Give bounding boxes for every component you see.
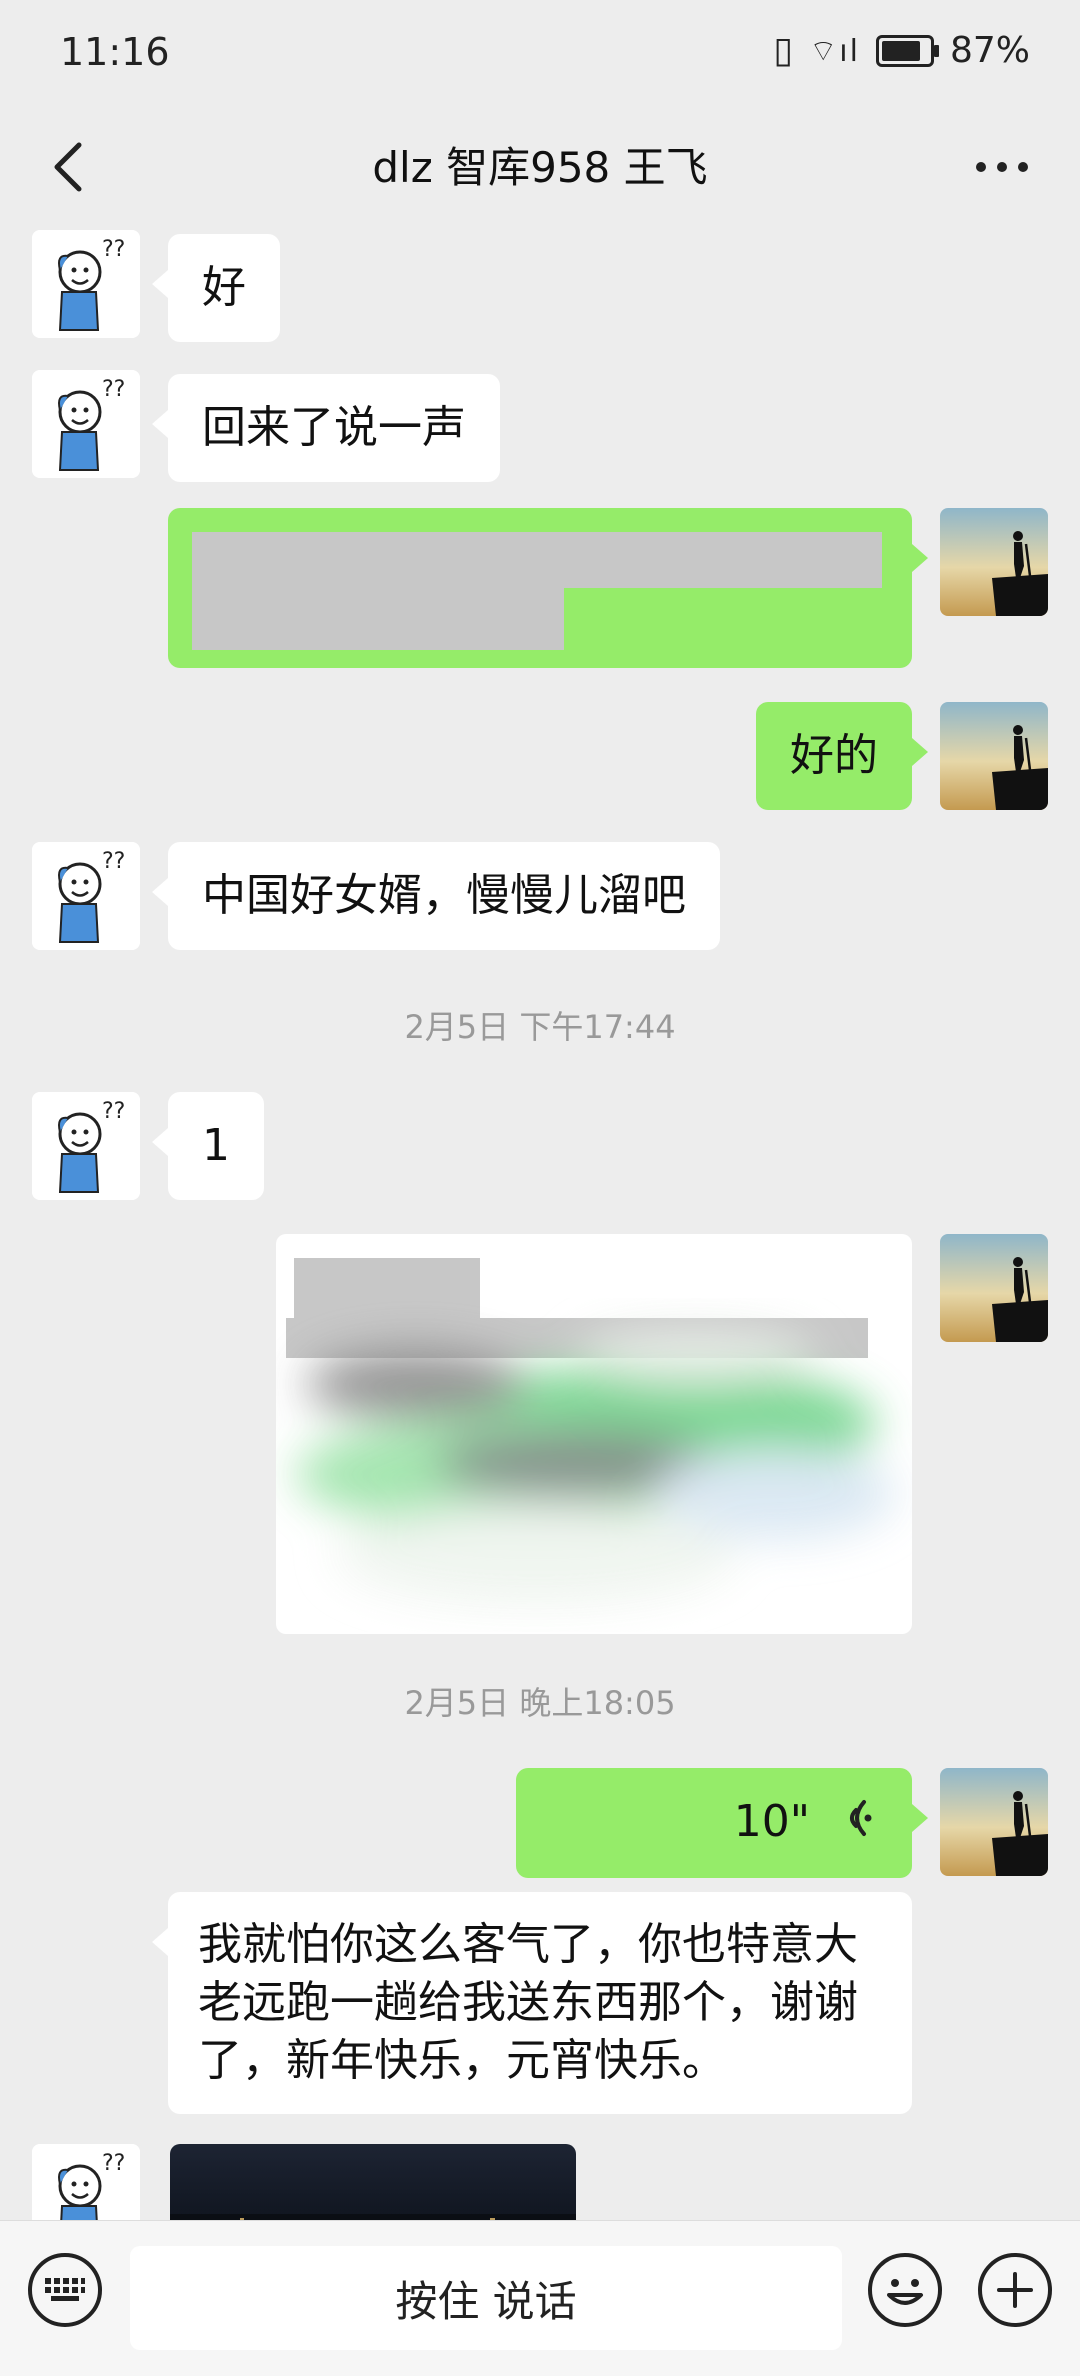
message-timestamp: 2月5日 下午17:44 (404, 1008, 676, 1046)
outgoing-image-message[interactable] (276, 1234, 912, 1634)
svg-text:??: ?? (102, 377, 125, 402)
voice-wave-icon (838, 1794, 872, 1854)
hold-to-talk-button[interactable]: 按住 说话 (130, 2246, 842, 2350)
more-icon[interactable] (962, 132, 1042, 202)
incoming-image-message[interactable] (170, 2144, 576, 2220)
battery-percent: 87% (949, 30, 1030, 71)
incoming-message[interactable]: 1 (152, 1092, 264, 1200)
status-icons: ▯ ⌔ıl 87% (773, 30, 1030, 71)
svg-text:??: ?? (102, 237, 125, 262)
incoming-message[interactable]: 好 (152, 234, 280, 342)
contact-avatar[interactable]: ?? (32, 230, 140, 338)
message-list[interactable]: ?? 好 ?? 回来了说一声 好的 ?? 中国好女婿，慢慢儿溜吧 2月5日 下午… (0, 230, 1080, 2220)
status-time: 11:16 (60, 30, 170, 74)
contact-avatar[interactable]: ?? (32, 370, 140, 478)
signal-icon: ⌔ıl (809, 33, 860, 69)
outgoing-message-redacted[interactable] (168, 508, 928, 668)
user-avatar[interactable] (940, 702, 1048, 810)
contact-avatar[interactable]: ?? (32, 842, 140, 950)
contact-avatar[interactable]: ?? (32, 1092, 140, 1200)
voice-message[interactable]: 10" (516, 1768, 928, 1878)
plus-icon[interactable] (978, 2253, 1052, 2327)
status-bar: 11:16 ▯ ⌔ıl 87% (0, 0, 1080, 110)
blurred-image (296, 1326, 896, 1604)
battery-icon (875, 34, 939, 67)
night-photo (170, 2214, 576, 2220)
voice-duration: 10" (733, 1796, 810, 1847)
svg-text:??: ?? (102, 1099, 125, 1124)
message-timestamp: 2月5日 晚上18:05 (404, 1684, 676, 1722)
incoming-message[interactable]: 我就怕你这么客气了，你也特意大老远跑一趟给我送东西那个，谢谢了，新年快乐，元宵快… (152, 1892, 912, 2114)
input-bar: 按住 说话 (0, 2220, 1080, 2376)
contact-avatar[interactable]: ?? (32, 2144, 140, 2220)
user-avatar[interactable] (940, 1234, 1048, 1342)
redaction-block (192, 588, 564, 650)
user-avatar[interactable] (940, 508, 1048, 616)
vibrate-icon: ▯ (773, 30, 794, 71)
svg-text:??: ?? (102, 849, 125, 874)
emoji-icon[interactable] (868, 2253, 942, 2327)
incoming-message[interactable]: 中国好女婿，慢慢儿溜吧 (152, 842, 720, 950)
incoming-message[interactable]: 回来了说一声 (152, 374, 500, 482)
keyboard-icon[interactable] (28, 2253, 102, 2327)
svg-text:??: ?? (102, 2151, 125, 2176)
user-avatar[interactable] (940, 1768, 1048, 1876)
chat-header: dlz 智库958 王飞 (0, 110, 1080, 230)
chat-title: dlz 智库958 王飞 (372, 143, 708, 192)
redaction-block (192, 532, 882, 588)
outgoing-message[interactable]: 好的 (756, 702, 928, 810)
